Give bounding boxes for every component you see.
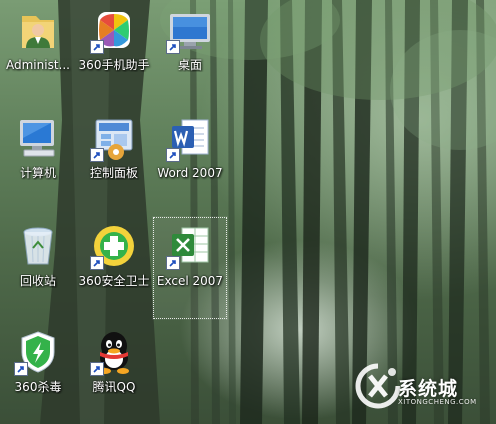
desktop-icon-360-security[interactable]: 360安全卫士 [76,216,152,320]
shortcut-arrow-icon [166,148,180,162]
icon-label: 桌面 [177,58,202,72]
desktop-icon-word[interactable]: Word 2007 [152,108,228,212]
shortcut-arrow-icon [166,40,180,54]
user-folder-icon [22,16,54,48]
computer-icon [20,120,55,157]
shortcut-arrow-icon [90,40,104,54]
desktop-icon-excel[interactable]: Excel 2007 [152,216,228,320]
watermark-url: XITONGCHENG.COM [398,398,477,406]
watermark-name: 系统城 [398,378,459,400]
shortcut-arrow-icon [90,256,104,270]
desktop-icon-360-phone-assistant[interactable]: 360手机助手 [76,0,152,104]
desktop-icon-desktop[interactable]: 桌面 [152,0,228,104]
shortcut-arrow-icon [90,362,104,376]
shortcut-arrow-icon [14,362,28,376]
icon-label: Word 2007 [157,166,223,180]
watermark: 系统城 XITONGCHENG.COM [352,360,492,418]
desktop-icon-qq[interactable]: 腾讯QQ [76,322,152,424]
desktop-icon-control-panel[interactable]: 控制面板 [76,108,152,212]
icon-label: 腾讯QQ [92,380,136,394]
icon-label: 360手机助手 [78,58,150,72]
shortcut-arrow-icon [90,148,104,162]
icon-label: Excel 2007 [156,274,224,288]
desktop-icon-administrator[interactable]: Administ... [0,0,76,104]
icon-label: 360安全卫士 [78,274,150,288]
shortcut-arrow-icon [166,256,180,270]
desktop[interactable]: Administ... 360手机助手 桌面 计算机 控制面板 Word 200… [0,0,496,424]
desktop-icon-recycle-bin[interactable]: 回收站 [0,216,76,320]
desktop-icon-360-antivirus[interactable]: 360杀毒 [0,322,76,424]
xitongcheng-logo-icon [355,363,401,409]
icon-label: 控制面板 [89,166,138,180]
recycle-bin-icon [23,227,53,265]
desktop-icon-computer[interactable]: 计算机 [0,108,76,212]
